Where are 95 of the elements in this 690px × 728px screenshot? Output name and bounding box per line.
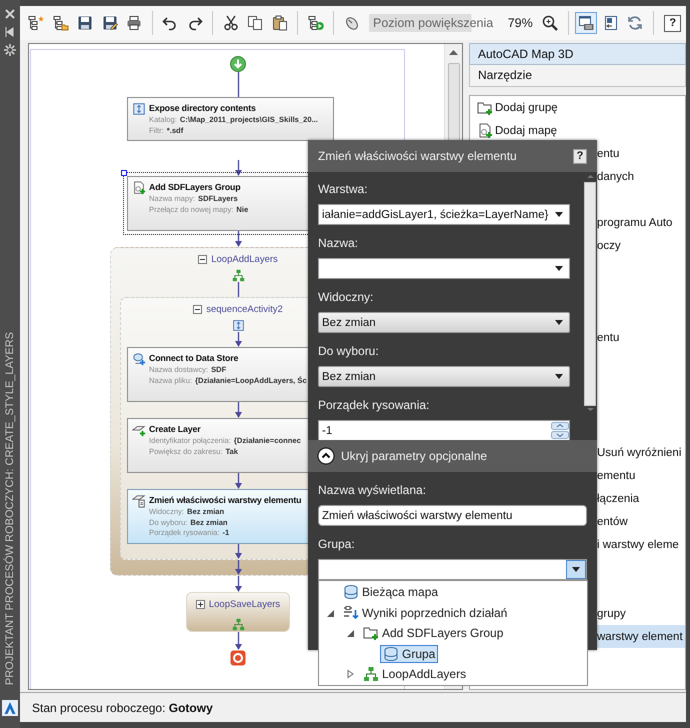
canvas-view-button[interactable] (575, 12, 598, 34)
hierarchy-icon (232, 618, 244, 631)
activity-title: Connect to Data Store (149, 352, 240, 364)
zoom-level-value: 79% (508, 16, 533, 30)
number-field[interactable]: -1 (318, 420, 570, 441)
caret-icon (555, 320, 563, 325)
panel-title: PROJEKTANT PROCESÓW ROBOCZYCH: CREATE_STYLE_LAYERS (4, 332, 16, 685)
caret-icon (572, 567, 580, 572)
print-icon (126, 15, 142, 31)
scrollbar[interactable] (583, 172, 597, 440)
hierarchy-icon (363, 666, 379, 682)
flow-arrow (234, 160, 242, 176)
expand-icon[interactable] (196, 600, 205, 609)
loop-title: LoopSaveLayers (208, 599, 280, 610)
sequence-title: sequenceActivity2 (206, 304, 283, 314)
mouse-icon (344, 15, 360, 31)
collapsed-triangle-icon[interactable] (345, 669, 355, 680)
settings-icon[interactable] (4, 44, 16, 56)
tree-item[interactable]: LoopAddLayers (360, 665, 470, 684)
expanded-triangle-icon[interactable] (325, 608, 335, 618)
zoom-icon (542, 15, 558, 31)
floppy-pencil-icon (102, 15, 118, 31)
copy-icon (247, 15, 263, 31)
category-header[interactable]: Narzędzie (469, 65, 686, 87)
caret-icon (555, 266, 563, 271)
field-label: Nazwa: (318, 236, 360, 252)
status-text: Stan procesu roboczego: Gotowy (32, 700, 213, 714)
activity-title: Create Layer (149, 423, 202, 435)
flow-arrow (234, 560, 242, 575)
layer-sheet-icon (132, 494, 146, 508)
tool-item[interactable]: Dodaj grupę (470, 96, 685, 119)
tree-item[interactable]: Grupa (380, 644, 438, 663)
save-icon (77, 15, 93, 31)
field-label: Widoczny: (318, 290, 374, 306)
refresh-icon (627, 15, 644, 31)
flow-arrow (234, 332, 242, 347)
stop-icon (230, 650, 246, 666)
flowchart-star-icon (28, 15, 44, 31)
tree-item[interactable]: Bieżąca mapa (340, 583, 442, 602)
arrows-square-icon (232, 319, 244, 332)
help-button[interactable]: ? (664, 14, 682, 32)
up-arrow-icon (449, 50, 458, 55)
document-plus-icon (132, 181, 146, 195)
dropdown-button[interactable] (566, 560, 586, 579)
paste-icon (272, 15, 288, 31)
activity-title: Add SDFLayers Group (149, 181, 242, 193)
flow-arrow (234, 402, 242, 418)
spin-buttons-icon[interactable] (551, 422, 569, 439)
dropdown-field[interactable] (318, 258, 570, 279)
arrows-square-icon (132, 102, 146, 116)
activity-title: Expose directory contents (149, 102, 257, 114)
loop-title: LoopAddLayers (211, 254, 278, 264)
layer-plus-icon (132, 423, 146, 437)
list-arrow-icon (343, 604, 359, 621)
tree-item[interactable]: Wyniki poprzednich działań (340, 604, 510, 622)
undo-icon (162, 15, 178, 31)
folder-plus-icon (477, 100, 493, 116)
flow-arrow (234, 231, 242, 247)
cut-icon (222, 15, 238, 31)
pin-icon[interactable] (4, 26, 16, 38)
close-icon[interactable] (4, 8, 16, 20)
dropdown-field[interactable]: iałanie=addGisLayer1, ścieżka=LayerName} (318, 204, 570, 225)
activity-title: Zmień właściwości warstwy elementu (149, 494, 302, 506)
document-plus-icon (477, 122, 493, 138)
section-toggle[interactable]: Ukryj parametry opcjonalne (308, 440, 597, 472)
redo-icon (186, 15, 202, 31)
dropdown-field[interactable]: Bez zmian (318, 312, 570, 333)
dialog-title: Zmień właściwości warstwy elementu (318, 149, 517, 163)
start-icon (230, 56, 246, 72)
panel-header: AutoCAD Map 3D (469, 43, 686, 65)
flowchart-play-icon (308, 15, 324, 31)
collapse-icon[interactable] (198, 254, 208, 264)
flow-arrow (234, 632, 242, 650)
expanded-triangle-icon[interactable] (345, 628, 355, 638)
folder-plus-icon (363, 625, 379, 642)
hierarchy-icon (232, 269, 244, 282)
flow-arrow (234, 576, 242, 592)
caret-icon (555, 212, 563, 217)
tree-item[interactable]: Add SDFLayers Group (360, 624, 506, 642)
flow-arrow (234, 544, 242, 559)
database-icon (343, 584, 359, 600)
flowchart-folder-icon (52, 15, 68, 31)
loop-box[interactable]: LoopSaveLayers (186, 592, 290, 632)
dropdown-field[interactable] (318, 559, 587, 580)
tool-item[interactable]: Dodaj mapę (470, 119, 685, 142)
logo-icon[interactable] (2, 700, 18, 716)
flow-arrow (234, 473, 242, 489)
collapse-icon[interactable] (193, 304, 202, 314)
dropdown-field[interactable]: Bez zmian (318, 366, 570, 387)
caret-icon (555, 374, 563, 379)
text-field[interactable]: Zmień właściwości warstwy elementu (318, 505, 587, 526)
window-keyboard-icon (578, 15, 594, 31)
database-icon (383, 646, 399, 662)
help-button[interactable]: ? (573, 148, 587, 164)
database-plus-icon (132, 352, 146, 366)
